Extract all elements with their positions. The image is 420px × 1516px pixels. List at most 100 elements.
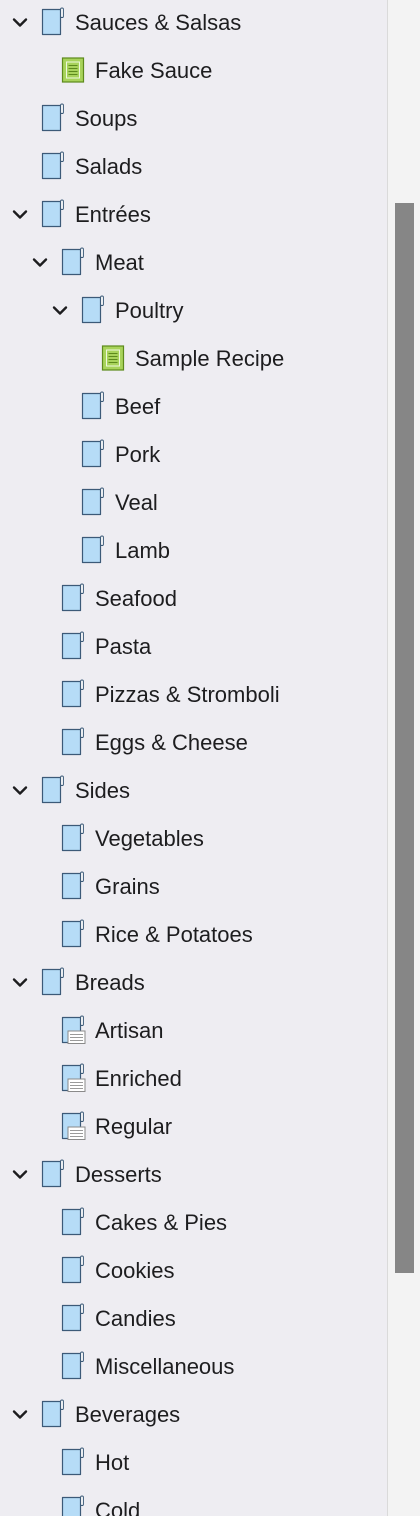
- scrollbar-thumb[interactable]: [395, 203, 414, 1273]
- folder-icon: [40, 151, 66, 181]
- binder-item-label: Rice & Potatoes: [95, 922, 253, 947]
- binder-item-label: Cakes & Pies: [95, 1210, 228, 1235]
- chevron-down-icon[interactable]: [32, 256, 48, 270]
- binder-item-desserts[interactable]: Desserts: [0, 1151, 386, 1199]
- folder-icon: [60, 583, 86, 613]
- binder-item-entrees[interactable]: Entrées: [0, 191, 386, 239]
- binder-item-vegetables[interactable]: Vegetables: [0, 815, 386, 863]
- folder-icon: [60, 1303, 86, 1333]
- binder-item-pizzas-and-stromboli[interactable]: Pizzas & Stromboli: [0, 671, 386, 719]
- folder-icon: [80, 535, 106, 565]
- binder-item-seafood[interactable]: Seafood: [0, 575, 386, 623]
- folder-icon: [60, 1495, 86, 1516]
- binder-item-label: Miscellaneous: [95, 1354, 235, 1379]
- binder-item-cakes-and-pies[interactable]: Cakes & Pies: [0, 1199, 386, 1247]
- binder-item-label: Grains: [95, 874, 160, 899]
- chevron-down-icon[interactable]: [12, 1408, 28, 1422]
- binder-item-label: Desserts: [75, 1162, 162, 1187]
- binder-item-label: Pork: [115, 442, 161, 467]
- binder-item-eggs-and-cheese[interactable]: Eggs & Cheese: [0, 719, 386, 767]
- folder-icon: [40, 103, 66, 133]
- folder-icon: [40, 1159, 66, 1189]
- binder-item-cookies[interactable]: Cookies: [0, 1247, 386, 1295]
- chevron-down-icon[interactable]: [12, 208, 28, 222]
- binder-item-label: Regular: [95, 1114, 173, 1139]
- folder-with-text-icon: [60, 1111, 86, 1141]
- binder-item-pork[interactable]: Pork: [0, 431, 386, 479]
- binder-item-cold[interactable]: Cold: [0, 1487, 386, 1516]
- folder-icon: [60, 247, 86, 277]
- folder-icon: [60, 727, 86, 757]
- folder-icon: [60, 1207, 86, 1237]
- chevron-down-icon[interactable]: [12, 976, 28, 990]
- binder-item-breads[interactable]: Breads: [0, 959, 386, 1007]
- folder-icon: [40, 1399, 66, 1429]
- binder-item-label: Sauces & Salsas: [75, 10, 242, 35]
- folder-icon: [80, 391, 106, 421]
- binder-item-pasta[interactable]: Pasta: [0, 623, 386, 671]
- binder-item-hot[interactable]: Hot: [0, 1439, 386, 1487]
- binder-item-miscellaneous[interactable]: Miscellaneous: [0, 1343, 386, 1391]
- folder-icon: [40, 7, 66, 37]
- binder-item-beverages[interactable]: Beverages: [0, 1391, 386, 1439]
- binder-item-sides[interactable]: Sides: [0, 767, 386, 815]
- folder-with-text-icon: [60, 1063, 86, 1093]
- binder-item-enriched[interactable]: Enriched: [0, 1055, 386, 1103]
- binder-item-label: Beverages: [75, 1402, 181, 1427]
- binder-item-label: Soups: [75, 106, 138, 131]
- binder-item-artisan[interactable]: Artisan: [0, 1007, 386, 1055]
- binder-item-fake-sauce[interactable]: Fake Sauce: [0, 47, 386, 95]
- folder-icon: [40, 775, 66, 805]
- folder-with-text-icon: [60, 1015, 86, 1045]
- binder-item-label: Meat: [95, 250, 144, 275]
- text-document-icon: [100, 343, 126, 373]
- binder-item-regular[interactable]: Regular: [0, 1103, 386, 1151]
- folder-icon: [60, 871, 86, 901]
- chevron-down-icon[interactable]: [12, 1168, 28, 1182]
- binder-item-soups[interactable]: Soups: [0, 95, 386, 143]
- binder-item-candies[interactable]: Candies: [0, 1295, 386, 1343]
- chevron-down-icon[interactable]: [52, 304, 68, 318]
- folder-icon: [60, 1255, 86, 1285]
- binder-item-veal[interactable]: Veal: [0, 479, 386, 527]
- binder-item-lamb[interactable]: Lamb: [0, 527, 386, 575]
- binder-item-label: Sample Recipe: [135, 346, 285, 371]
- folder-icon: [80, 295, 106, 325]
- binder-item-sauces-and-salsas[interactable]: Sauces & Salsas: [0, 0, 386, 47]
- binder-item-label: Breads: [75, 970, 145, 995]
- folder-icon: [60, 823, 86, 853]
- text-document-icon: [60, 55, 86, 85]
- binder-item-label: Salads: [75, 154, 143, 179]
- binder-item-poultry[interactable]: Poultry: [0, 287, 386, 335]
- binder-panel: Sauces & Salsas Fake Sauce Soups Salads Entr…: [0, 0, 420, 1516]
- binder-item-beef[interactable]: Beef: [0, 383, 386, 431]
- folder-icon: [60, 679, 86, 709]
- binder-item-label: Pizzas & Stromboli: [95, 682, 280, 707]
- binder-item-label: Beef: [115, 394, 161, 419]
- folder-icon: [60, 919, 86, 949]
- binder-item-label: Artisan: [95, 1018, 164, 1043]
- binder-item-label: Cookies: [95, 1258, 175, 1283]
- binder-item-label: Entrées: [75, 202, 151, 227]
- binder-item-label: Enriched: [95, 1066, 182, 1091]
- binder-item-sample-recipe[interactable]: Sample Recipe: [0, 335, 386, 383]
- chevron-down-icon[interactable]: [12, 784, 28, 798]
- binder-outline: Sauces & Salsas Fake Sauce Soups Salads Entr…: [0, 0, 386, 1516]
- binder-item-label: Lamb: [115, 538, 171, 563]
- binder-item-grains[interactable]: Grains: [0, 863, 386, 911]
- binder-item-label: Candies: [95, 1306, 176, 1331]
- folder-icon: [40, 199, 66, 229]
- binder-item-rice-and-potatoes[interactable]: Rice & Potatoes: [0, 911, 386, 959]
- binder-item-salads[interactable]: Salads: [0, 143, 386, 191]
- folder-icon: [40, 967, 66, 997]
- binder-item-label: Eggs & Cheese: [95, 730, 248, 755]
- folder-icon: [80, 439, 106, 469]
- binder-item-label: Vegetables: [95, 826, 204, 851]
- binder-item-label: Sides: [75, 778, 131, 803]
- folder-icon: [60, 1447, 86, 1477]
- binder-item-label: Pasta: [95, 634, 152, 659]
- binder-item-meat[interactable]: Meat: [0, 239, 386, 287]
- vertical-scrollbar[interactable]: [387, 0, 420, 1516]
- binder-item-label: Cold: [95, 1498, 141, 1516]
- chevron-down-icon[interactable]: [12, 16, 28, 30]
